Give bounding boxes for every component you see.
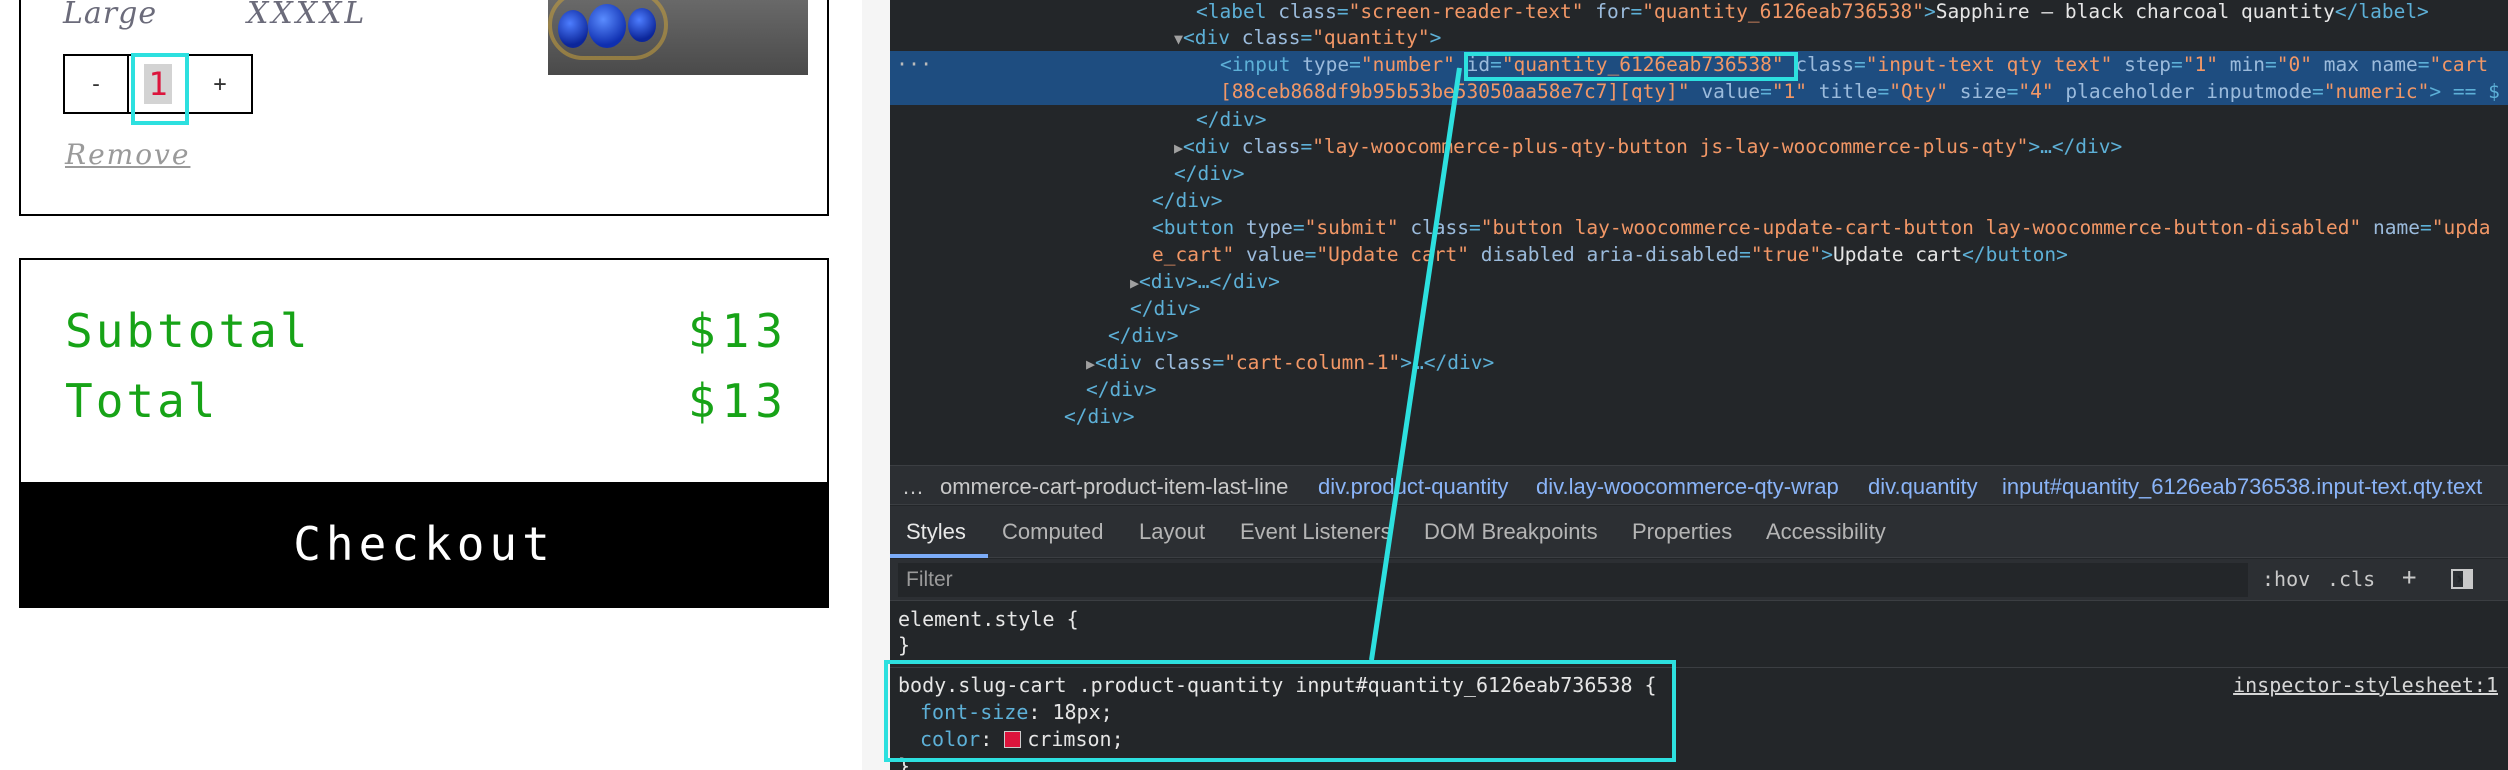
dom-line-close[interactable]: </div> xyxy=(890,322,2508,349)
active-tab-indicator xyxy=(890,554,988,558)
element-style-close: } xyxy=(898,633,911,657)
styles-tabbar: Styles Computed Layout Event Listeners D… xyxy=(890,506,2508,558)
toggle-sidebar-icon[interactable] xyxy=(2450,567,2474,596)
dom-line-quantity[interactable]: ▼<div class="quantity"> xyxy=(890,24,2508,51)
subtotal-row: Subtotal $13 xyxy=(65,304,789,358)
breadcrumb-item[interactable]: div.quantity xyxy=(1868,474,1978,500)
styles-filter-input[interactable] xyxy=(898,563,2248,597)
quantity-highlight-box xyxy=(131,53,189,125)
rule-highlight-box xyxy=(884,660,1676,762)
subtotal-value: $13 xyxy=(687,304,789,358)
remove-link[interactable]: Remove xyxy=(65,138,190,171)
stylesheet-link[interactable]: inspector-stylesheet:1 xyxy=(2233,672,2498,699)
dom-line-close[interactable]: </div> xyxy=(890,376,2508,403)
total-value: $13 xyxy=(687,374,789,428)
tab-computed[interactable]: Computed xyxy=(1002,519,1104,545)
tab-dom-breakpoints[interactable]: DOM Breakpoints xyxy=(1424,519,1598,545)
panel-divider[interactable] xyxy=(862,0,890,770)
cart-page: Large XXXXL - 1 + Remove Subtotal $13 To… xyxy=(0,0,862,770)
tab-properties[interactable]: Properties xyxy=(1632,519,1732,545)
checkout-button[interactable]: Checkout xyxy=(21,482,827,606)
element-style-open[interactable]: element.style { xyxy=(898,606,1079,633)
dom-line-cart-column[interactable]: ▶<div class="cart-column-1">…</div> xyxy=(890,349,2508,376)
collapse-triangle-icon[interactable]: ▶ xyxy=(1174,139,1183,157)
id-highlight-box xyxy=(1464,52,1798,81)
new-rule-button[interactable]: + xyxy=(2402,563,2416,591)
tab-event-listeners[interactable]: Event Listeners xyxy=(1240,519,1392,545)
class-toggle-button[interactable]: .cls xyxy=(2327,567,2375,591)
subtotal-label: Subtotal xyxy=(65,304,311,358)
total-row: Total $13 xyxy=(65,374,789,428)
tab-layout[interactable]: Layout xyxy=(1139,519,1205,545)
dom-line-div-collapsed[interactable]: ▶<div>…</div> xyxy=(890,268,2508,295)
dom-line-input-cont[interactable]: [88ceb868df9b95b53be53050aa58e7c7][qty]"… xyxy=(890,78,2508,105)
expand-triangle-icon[interactable]: ▼ xyxy=(1174,30,1183,48)
breadcrumb-item[interactable]: div.lay-woocommerce-qty-wrap xyxy=(1536,474,1839,500)
styles-filter-bar: :hov .cls + xyxy=(890,559,2508,601)
dom-line-close[interactable]: </div> xyxy=(890,160,2508,187)
tab-styles[interactable]: Styles xyxy=(906,519,966,545)
dom-line-close[interactable]: </div> xyxy=(890,106,2508,133)
dom-line-button-cont[interactable]: e_cart" value="Update cart" disabled ari… xyxy=(890,241,2508,268)
more-dots-icon[interactable]: ··· xyxy=(896,51,932,78)
dom-line-close[interactable]: </div> xyxy=(890,187,2508,214)
collapse-triangle-icon[interactable]: ▶ xyxy=(1086,355,1095,373)
dom-line-label[interactable]: <label class="screen-reader-text" for="q… xyxy=(890,0,2508,25)
collapse-triangle-icon[interactable]: ▶ xyxy=(1130,274,1139,292)
dom-line-close[interactable]: </div> xyxy=(890,403,2508,430)
breadcrumb-item[interactable]: div.product-quantity xyxy=(1318,474,1508,500)
breadcrumb-item[interactable]: ommerce-cart-product-item-last-line xyxy=(940,474,1288,500)
breadcrumb-more[interactable]: … xyxy=(902,474,924,500)
total-label: Total xyxy=(65,374,219,428)
dom-line-button[interactable]: <button type="submit" class="button lay-… xyxy=(890,214,2508,241)
tab-accessibility[interactable]: Accessibility xyxy=(1766,519,1886,545)
hover-state-button[interactable]: :hov xyxy=(2262,567,2310,591)
cart-totals: Subtotal $13 Total $13 Checkout xyxy=(19,258,829,608)
qty-plus-button[interactable]: + xyxy=(189,54,253,114)
variant-size: Large xyxy=(63,0,158,31)
breadcrumb-item-current[interactable]: input#quantity_6126eab736538.input-text.… xyxy=(2002,474,2482,500)
elements-tree: <label class="screen-reader-text" for="q… xyxy=(890,0,2508,440)
product-thumbnail[interactable] xyxy=(548,0,808,75)
dom-line-close[interactable]: </div> xyxy=(890,295,2508,322)
devtools-panel: <label class="screen-reader-text" for="q… xyxy=(890,0,2508,770)
dom-line-plus-qty[interactable]: ▶<div class="lay-woocommerce-plus-qty-bu… xyxy=(890,133,2508,160)
dom-breadcrumb: … ommerce-cart-product-item-last-line di… xyxy=(890,465,2508,505)
qty-minus-button[interactable]: - xyxy=(63,54,127,114)
variant-extra: XXXXL xyxy=(247,0,368,31)
